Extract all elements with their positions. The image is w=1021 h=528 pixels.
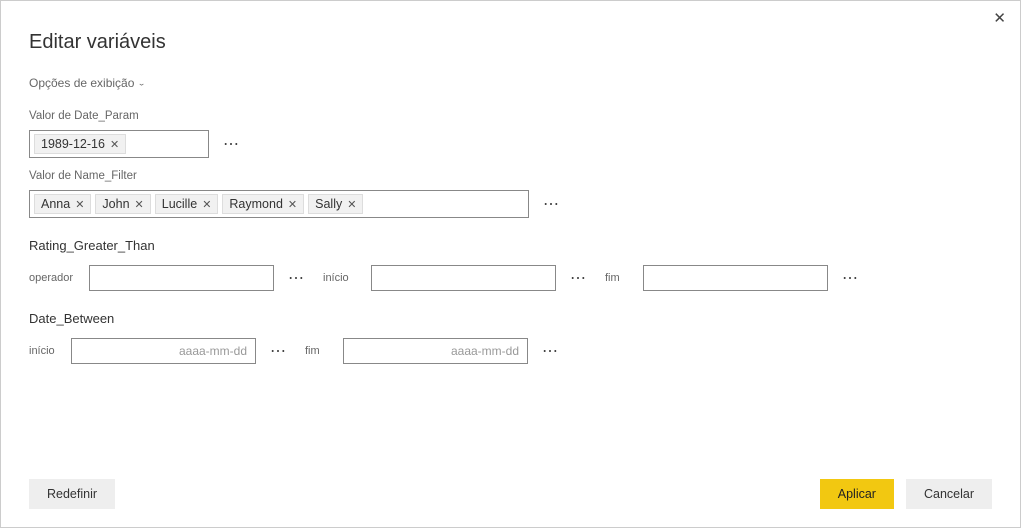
rating-end-label: fim [605, 272, 633, 284]
remove-token-icon[interactable]: ✕ [110, 138, 119, 151]
name-filter-token: John ✕ [95, 194, 150, 214]
name-filter-token-text: Anna [41, 197, 70, 211]
rating-start-input[interactable] [371, 265, 556, 291]
date-param-token: 1989-12-16 ✕ [34, 134, 126, 154]
date-between-label: Date_Between [29, 311, 992, 326]
date-param-label: Valor de Date_Param [29, 110, 992, 122]
ellipsis-icon[interactable]: ⋯ [219, 134, 244, 154]
reset-button[interactable]: Redefinir [29, 479, 115, 509]
name-filter-input[interactable]: Anna ✕ John ✕ Lucille ✕ Raymond ✕ Sally ✕ [29, 190, 529, 218]
display-options-label: Opções de exibição [29, 76, 134, 90]
rating-start-label: início [323, 272, 361, 284]
remove-token-icon[interactable]: ✕ [202, 198, 211, 211]
ellipsis-icon[interactable]: ⋯ [266, 341, 291, 361]
name-filter-token-text: Sally [315, 197, 342, 211]
name-filter-token: Raymond ✕ [222, 194, 304, 214]
remove-token-icon[interactable]: ✕ [347, 198, 356, 211]
date-between-start-input[interactable] [71, 338, 256, 364]
remove-token-icon[interactable]: ✕ [288, 198, 297, 211]
name-filter-label: Valor de Name_Filter [29, 170, 992, 182]
remove-token-icon[interactable]: ✕ [75, 198, 84, 211]
name-filter-token: Sally ✕ [308, 194, 363, 214]
ellipsis-icon[interactable]: ⋯ [838, 268, 863, 288]
dialog-footer: Redefinir Aplicar Cancelar [1, 479, 1020, 509]
name-filter-token-text: Lucille [162, 197, 197, 211]
chevron-down-icon: ⌄ [137, 79, 145, 87]
date-between-start-label: início [29, 345, 61, 357]
name-filter-token: Anna ✕ [34, 194, 91, 214]
name-filter-token-text: John [102, 197, 129, 211]
rating-end-input[interactable] [643, 265, 828, 291]
ellipsis-icon[interactable]: ⋯ [539, 194, 564, 214]
operator-input[interactable] [89, 265, 274, 291]
name-filter-token-text: Raymond [229, 197, 283, 211]
rating-greater-label: Rating_Greater_Than [29, 238, 992, 253]
dialog-title: Editar variáveis [29, 31, 992, 54]
date-between-end-label: fim [305, 345, 333, 357]
operator-label: operador [29, 272, 79, 284]
date-between-end-input[interactable] [343, 338, 528, 364]
ellipsis-icon[interactable]: ⋯ [566, 268, 591, 288]
remove-token-icon[interactable]: ✕ [135, 198, 144, 211]
ellipsis-icon[interactable]: ⋯ [284, 268, 309, 288]
cancel-button[interactable]: Cancelar [906, 479, 992, 509]
display-options-toggle[interactable]: Opções de exibição ⌄ [29, 76, 146, 90]
date-param-token-text: 1989-12-16 [41, 137, 105, 151]
close-icon[interactable]: ✕ [993, 11, 1006, 26]
date-param-input[interactable]: 1989-12-16 ✕ [29, 130, 209, 158]
apply-button[interactable]: Aplicar [820, 479, 894, 509]
edit-variables-dialog: ✕ Editar variáveis Opções de exibição ⌄ … [0, 0, 1021, 528]
ellipsis-icon[interactable]: ⋯ [538, 341, 563, 361]
name-filter-token: Lucille ✕ [155, 194, 219, 214]
